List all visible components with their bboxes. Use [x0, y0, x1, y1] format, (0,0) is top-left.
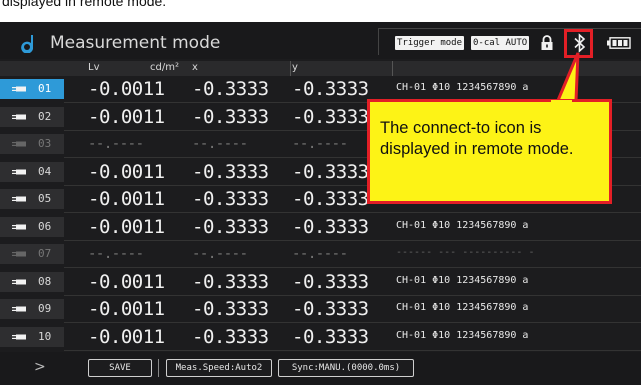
callout-text: The connect-to icon is displayed in remo…	[380, 119, 574, 158]
callout-box: The connect-to icon is displayed in remo…	[367, 99, 612, 204]
